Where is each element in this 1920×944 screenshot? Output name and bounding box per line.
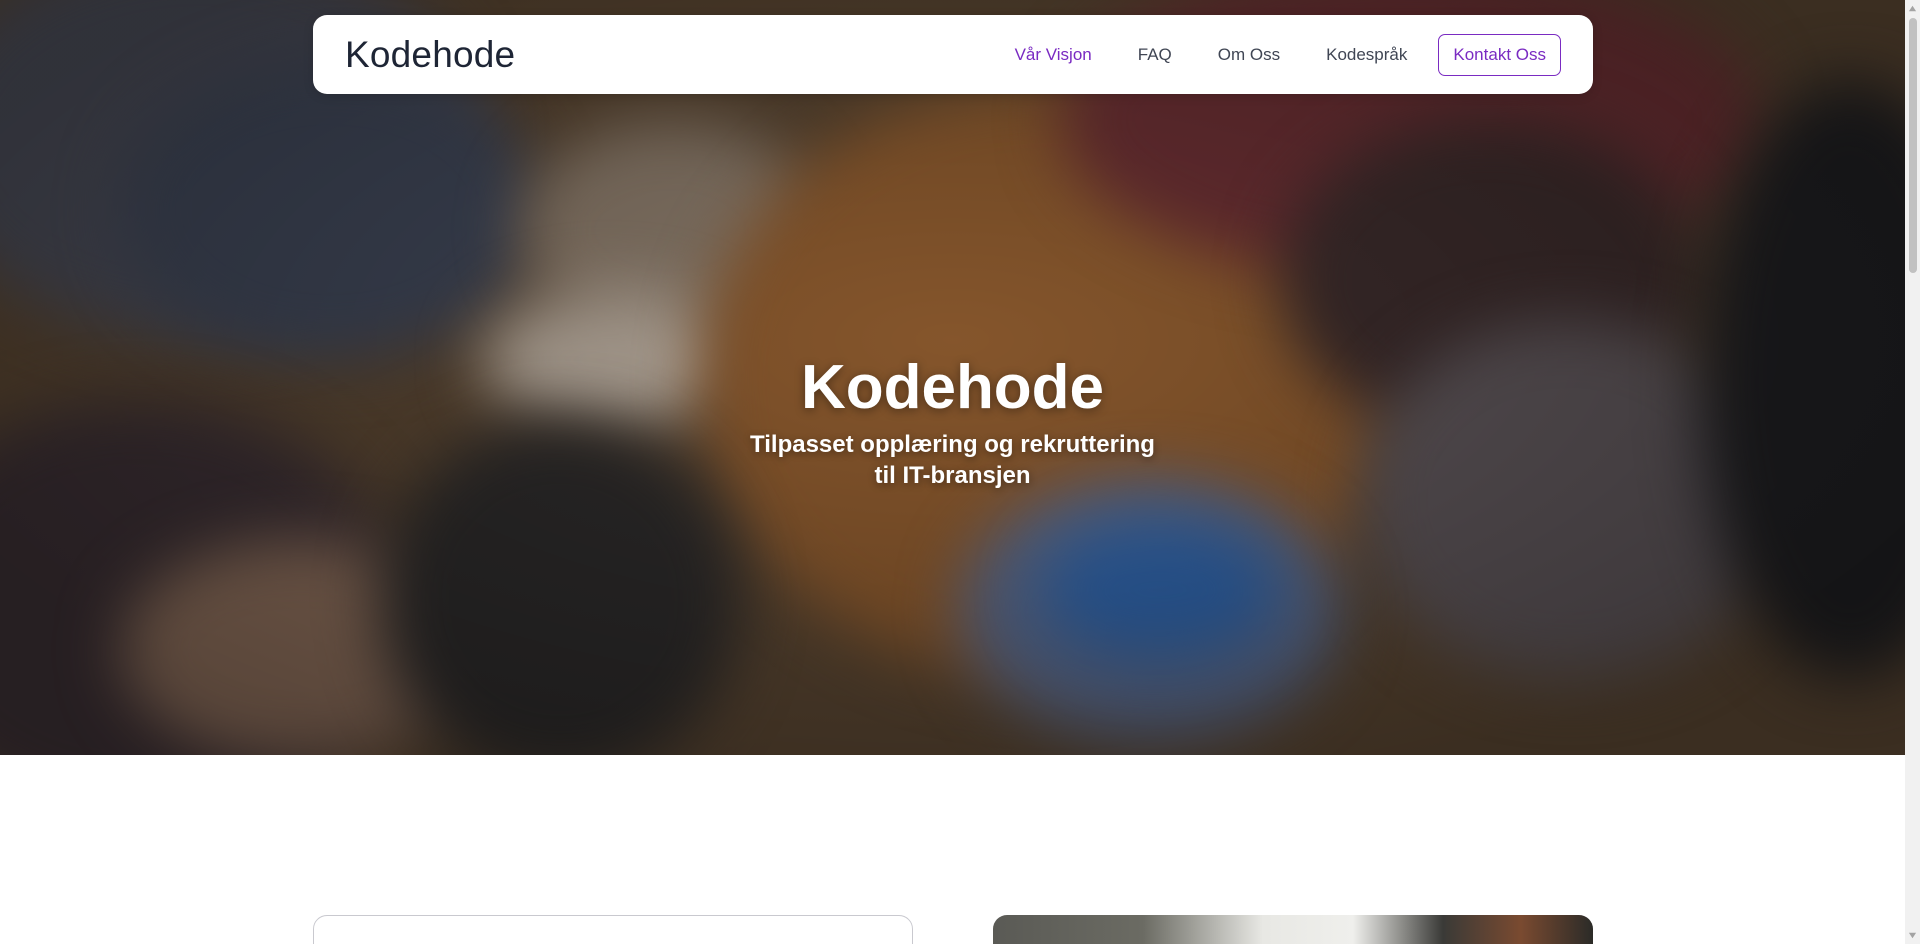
scrollbar-thumb[interactable] [1909, 18, 1917, 273]
section-image [993, 915, 1593, 944]
page: Kodehode Vår Visjon FAQ Om Oss Kodespråk… [0, 0, 1905, 944]
site-logo[interactable]: Kodehode [345, 34, 515, 76]
scroll-down-icon[interactable] [1908, 931, 1917, 940]
hero-subtitle: Tilpasset opplæring og rekruttering til … [750, 431, 1155, 489]
info-card [313, 915, 913, 944]
nav-link-om-oss[interactable]: Om Oss [1218, 45, 1280, 65]
hero-section: Kodehode Vår Visjon FAQ Om Oss Kodespråk… [0, 0, 1905, 755]
nav-link-faq[interactable]: FAQ [1138, 45, 1172, 65]
page-scrollbar[interactable] [1905, 0, 1920, 944]
hero-title: Kodehode [800, 353, 1105, 422]
scroll-up-icon[interactable] [1908, 4, 1917, 13]
nav-links: Vår Visjon FAQ Om Oss Kodespråk Kontakt … [969, 33, 1561, 76]
nav-link-var-visjon[interactable]: Vår Visjon [1015, 45, 1092, 65]
contact-button[interactable]: Kontakt Oss [1438, 33, 1561, 76]
top-navbar: Kodehode Vår Visjon FAQ Om Oss Kodespråk… [313, 15, 1593, 94]
hero-content: Kodehode Tilpasset opplæring og rekrutte… [0, 352, 1905, 491]
nav-link-kodesprak[interactable]: Kodespråk [1326, 45, 1407, 65]
